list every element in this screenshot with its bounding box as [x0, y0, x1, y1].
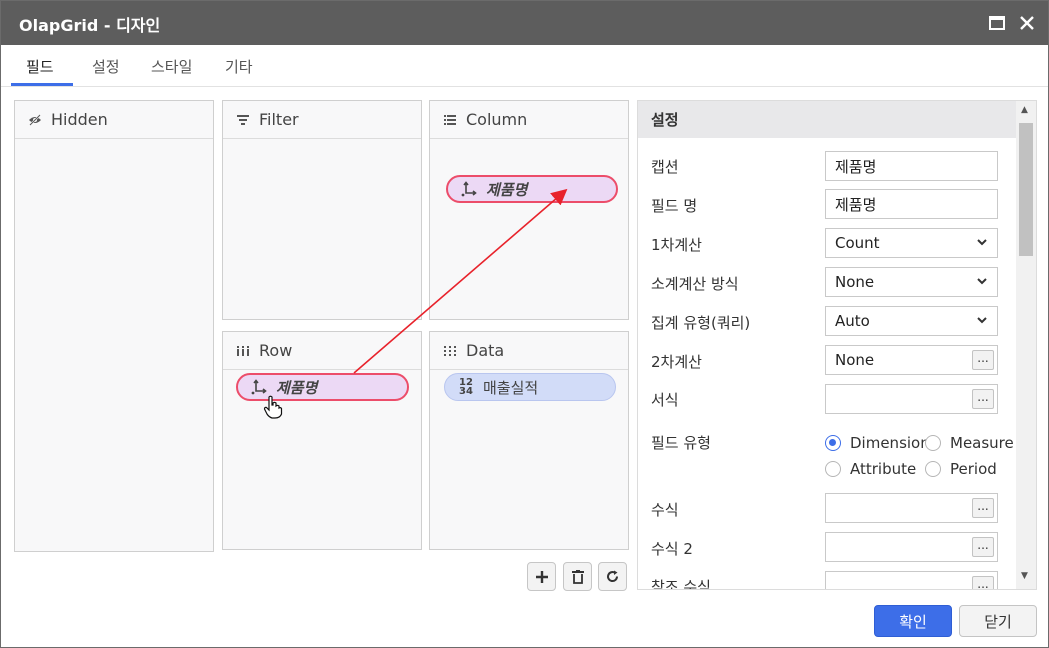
aggregation-type-label: 집계 유형(쿼리)	[651, 314, 751, 332]
add-icon	[535, 570, 548, 583]
radio-period[interactable]: Period	[925, 460, 997, 478]
formula-label: 수식	[651, 501, 679, 519]
radio-dimension[interactable]: Dimension	[825, 434, 930, 452]
data-field-label: 매출실적	[483, 378, 539, 397]
refresh-button[interactable]	[598, 562, 627, 591]
close-icon	[1020, 16, 1034, 30]
field-name-label: 필드 명	[651, 197, 698, 215]
reference-formula-label: 참조 수식	[651, 578, 711, 590]
column-field-pill[interactable]: 제품명	[446, 175, 618, 203]
chevron-down-icon	[977, 278, 987, 285]
add-button[interactable]	[527, 562, 556, 591]
hand-cursor-icon	[263, 395, 283, 419]
eye-off-icon	[27, 112, 43, 128]
dimension-icon	[460, 181, 478, 197]
tab-etc[interactable]: 기타	[225, 56, 253, 77]
formula-picker-button[interactable]: ...	[972, 498, 994, 518]
caption-label: 캡션	[651, 158, 679, 176]
radio-attribute[interactable]: Attribute	[825, 460, 916, 478]
tab-bar: 필드 설정 스타일 기타	[1, 45, 1048, 87]
columns-icon	[235, 343, 251, 359]
formula-input[interactable]: ...	[825, 493, 998, 523]
settings-panel: 설정 캡션 제품명 필드 명 제품명 1차계산 Count 소계계산 방식 No…	[637, 100, 1037, 590]
scroll-up-icon[interactable]: ▲	[1021, 105, 1028, 115]
title-bar: OlapGrid - 디자인	[1, 1, 1048, 45]
filter-panel-header: Filter	[223, 101, 421, 139]
subtotal-method-select[interactable]: None	[825, 267, 998, 297]
reference-formula-input[interactable]: ...	[825, 571, 998, 589]
format-picker-button[interactable]: ...	[972, 389, 994, 409]
data-field-pill[interactable]: 12 34 매출실적	[444, 373, 616, 401]
maximize-icon	[989, 16, 1005, 30]
radio-dot	[925, 435, 941, 451]
row-field-pill[interactable]: 제품명	[236, 373, 409, 401]
field-name-input[interactable]: 제품명	[825, 189, 998, 219]
close-button[interactable]	[1013, 9, 1041, 37]
column-panel-header: Column	[430, 101, 628, 139]
primary-calc-select[interactable]: Count	[825, 228, 998, 258]
tab-style[interactable]: 스타일	[151, 56, 192, 77]
filter-icon	[235, 112, 251, 128]
ok-button[interactable]: 확인	[874, 605, 952, 637]
hidden-panel-label: Hidden	[51, 110, 108, 129]
column-field-label: 제품명	[486, 180, 528, 199]
settings-scrollbar[interactable]: ▲ ▼	[1016, 101, 1036, 589]
aggregation-type-select[interactable]: Auto	[825, 306, 998, 336]
hidden-panel[interactable]: Hidden	[14, 100, 214, 552]
formula2-picker-button[interactable]: ...	[972, 537, 994, 557]
filter-panel-label: Filter	[259, 110, 299, 129]
field-type-label: 필드 유형	[651, 434, 711, 452]
column-panel[interactable]: Column 제품명	[429, 100, 629, 320]
column-panel-label: Column	[466, 110, 528, 129]
radio-dot	[825, 461, 841, 477]
subtotal-method-label: 소계계산 방식	[651, 275, 739, 293]
dialog-title: OlapGrid - 디자인	[19, 16, 161, 35]
format-input[interactable]: ...	[825, 384, 998, 414]
dimension-icon	[250, 379, 268, 395]
radio-dot	[925, 461, 941, 477]
settings-title: 설정	[638, 101, 1016, 138]
row-panel-header: Row	[223, 332, 421, 370]
data-panel-header: Data	[430, 332, 628, 370]
radio-dot	[825, 435, 841, 451]
list-icon	[442, 112, 458, 128]
scroll-thumb[interactable]	[1019, 123, 1033, 256]
data-panel-label: Data	[466, 341, 505, 360]
row-panel-label: Row	[259, 341, 293, 360]
maximize-button[interactable]	[983, 9, 1011, 37]
primary-calc-label: 1차계산	[651, 236, 702, 254]
format-label: 서식	[651, 391, 679, 409]
data-panel[interactable]: Data 12 34 매출실적	[429, 331, 629, 550]
grid-dots-icon	[442, 343, 458, 359]
number-icon: 12 34	[459, 377, 473, 397]
row-panel[interactable]: Row 제품명	[222, 331, 422, 550]
secondary-calc-picker-button[interactable]: ...	[972, 350, 994, 370]
trash-icon	[571, 569, 584, 584]
chevron-down-icon	[977, 239, 987, 246]
close-dialog-button[interactable]: 닫기	[959, 605, 1037, 637]
caption-input[interactable]: 제품명	[825, 151, 998, 181]
tab-settings[interactable]: 설정	[92, 56, 120, 77]
tab-fields[interactable]: 필드	[26, 56, 54, 77]
delete-button[interactable]	[563, 562, 592, 591]
design-dialog: OlapGrid - 디자인 필드 설정 스타일 기타 Hidden Filte…	[0, 0, 1049, 648]
active-tab-indicator	[11, 83, 73, 86]
secondary-calc-input[interactable]: None ...	[825, 345, 998, 375]
reference-formula-picker-button[interactable]: ...	[972, 576, 994, 589]
chevron-down-icon	[977, 317, 987, 324]
formula2-input[interactable]: ...	[825, 532, 998, 562]
scroll-down-icon[interactable]: ▼	[1021, 571, 1028, 581]
hidden-panel-header: Hidden	[15, 101, 213, 139]
filter-panel[interactable]: Filter	[222, 100, 422, 320]
secondary-calc-label: 2차계산	[651, 353, 702, 371]
radio-measure[interactable]: Measure	[925, 434, 1014, 452]
formula2-label: 수식 2	[651, 540, 693, 558]
refresh-icon	[607, 570, 619, 583]
